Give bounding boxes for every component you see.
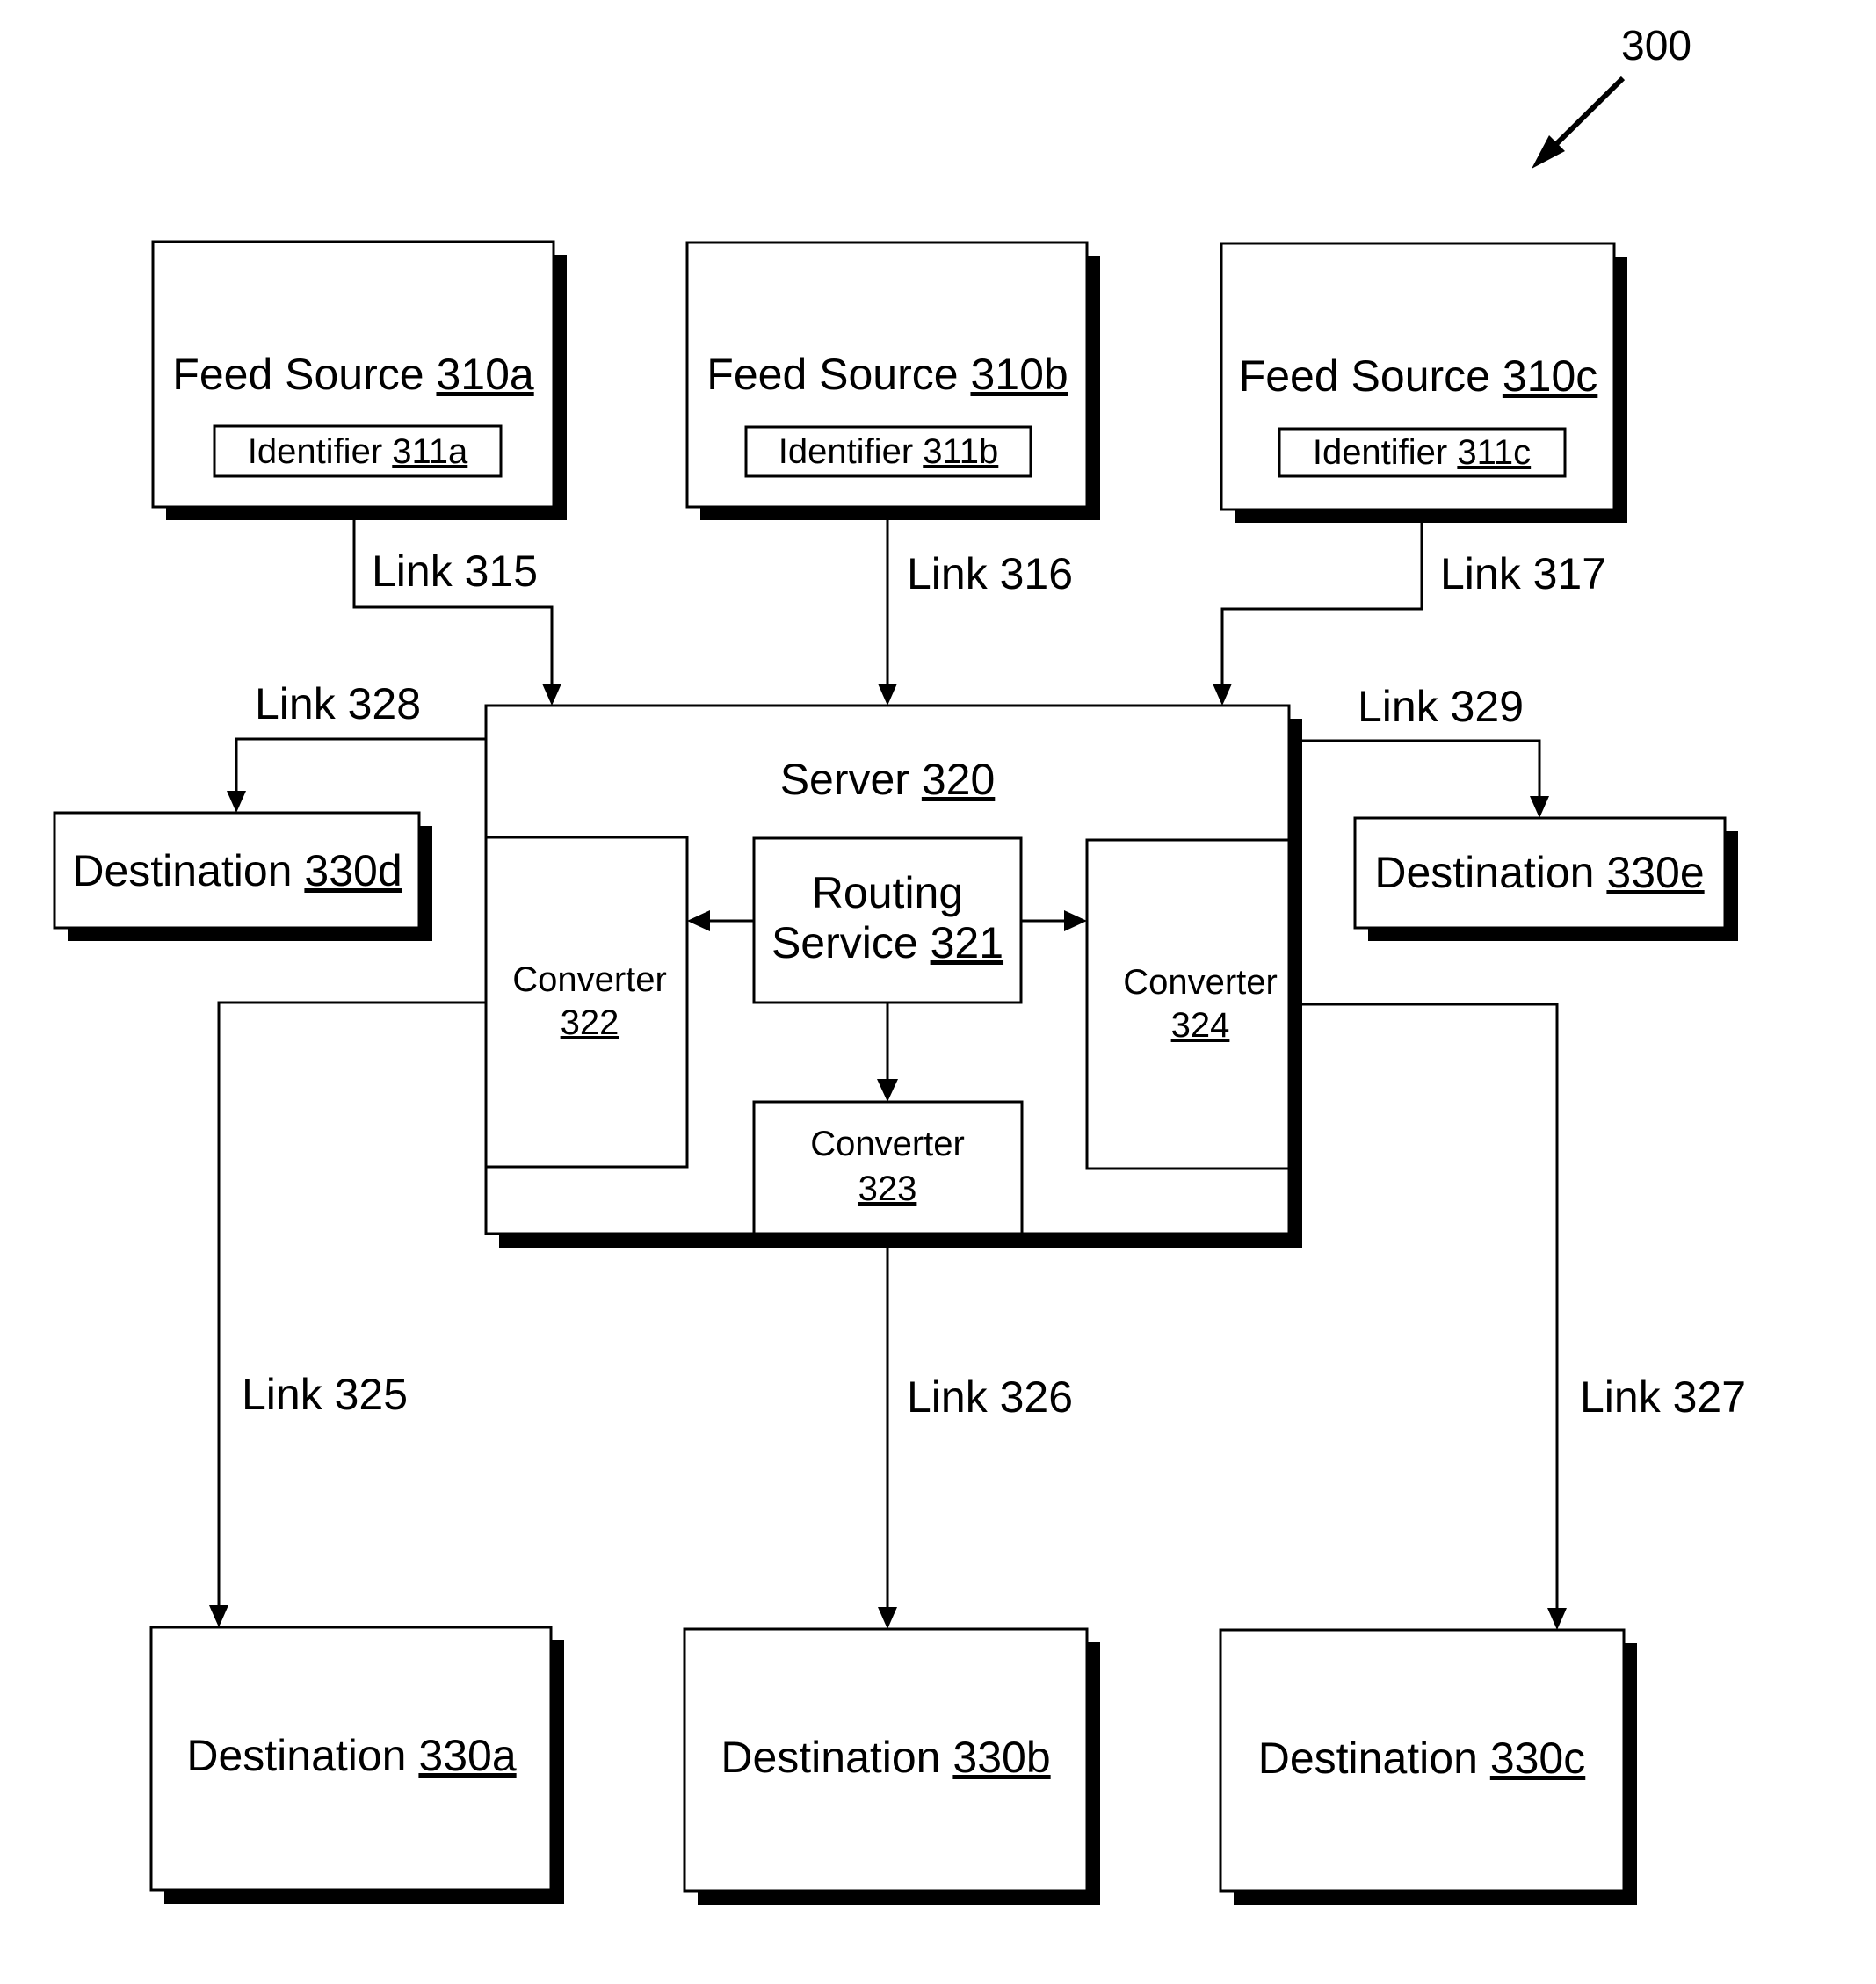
figure-ref-label: 300 (1621, 23, 1691, 69)
link-317-label: Link 317 (1440, 549, 1606, 598)
link-327: Link 327 (1302, 1003, 1746, 1630)
converter-ref: 322 (561, 1003, 619, 1042)
link-315: Link 315 (352, 520, 561, 706)
converter-322: Converter 322 (484, 836, 689, 1169)
identifier-311b: Identifier 311b (744, 425, 1032, 478)
link-326: Link 326 (878, 1248, 1073, 1629)
identifier-label: Identifier 311c (1313, 433, 1531, 472)
identifier-311c: Identifier 311c (1278, 427, 1567, 478)
feed-source-label: Feed Source 310a (172, 350, 534, 399)
link-315-label: Link 315 (372, 547, 538, 596)
converter-ref: 323 (858, 1169, 917, 1208)
converter-324: Converter 324 (1085, 838, 1291, 1170)
converter-label: Converter (512, 960, 667, 999)
destination-label: Destination 330d (72, 846, 402, 895)
feed-source-310b: Feed Source 310b Identifier 311b (685, 241, 1100, 520)
system-diagram: 300 Feed Source 310a Identifier 311a Fee… (53, 23, 1746, 1905)
identifier-label: Identifier 311b (779, 432, 999, 471)
feed-source-310c: Feed Source 310c Identifier 311c (1220, 242, 1627, 523)
identifier-label: Identifier 311a (248, 432, 468, 471)
destination-330e: Destination 330e (1353, 816, 1738, 941)
link-326-label: Link 326 (907, 1372, 1073, 1422)
server-320: Server 320 Converter 322 Routing Service… (484, 704, 1302, 1248)
destination-label: Destination 330e (1374, 848, 1704, 897)
link-316: Link 316 (878, 520, 1073, 706)
destination-label: Destination 330c (1258, 1734, 1586, 1783)
routing-service-321: Routing Service 321 (752, 836, 1023, 1004)
feed-source-label: Feed Source 310b (706, 350, 1068, 399)
feed-source-310a: Feed Source 310a Identifier 311a (151, 240, 567, 520)
converter-label: Converter (810, 1125, 965, 1163)
figure-ref-arrow (1532, 76, 1626, 169)
link-317: Link 317 (1213, 523, 1606, 706)
link-327-label: Link 327 (1580, 1372, 1746, 1422)
converter-ref: 324 (1171, 1006, 1230, 1045)
destination-330d: Destination 330d (53, 811, 432, 941)
link-329-label: Link 329 (1358, 682, 1524, 731)
destination-label: Destination 330b (721, 1733, 1050, 1782)
link-328: Link 328 (227, 679, 486, 813)
link-329: Link 329 (1302, 682, 1549, 818)
converter-323: Converter 323 (752, 1100, 1024, 1235)
destination-330a: Destination 330a (149, 1626, 564, 1904)
routing-label-line2: Service 321 (771, 918, 1003, 967)
destination-label: Destination 330a (186, 1731, 516, 1780)
routing-label-line1: Routing (812, 868, 963, 917)
destination-330b: Destination 330b (683, 1627, 1100, 1905)
link-325-label: Link 325 (242, 1370, 408, 1419)
link-316-label: Link 316 (907, 549, 1073, 598)
server-label: Server 320 (780, 755, 996, 804)
converter-label: Converter (1123, 963, 1278, 1002)
link-325: Link 325 (209, 1001, 486, 1627)
link-328-label: Link 328 (255, 679, 421, 728)
feed-source-label: Feed Source 310c (1239, 351, 1598, 401)
destination-330c: Destination 330c (1219, 1628, 1637, 1905)
identifier-311a: Identifier 311a (213, 424, 503, 478)
